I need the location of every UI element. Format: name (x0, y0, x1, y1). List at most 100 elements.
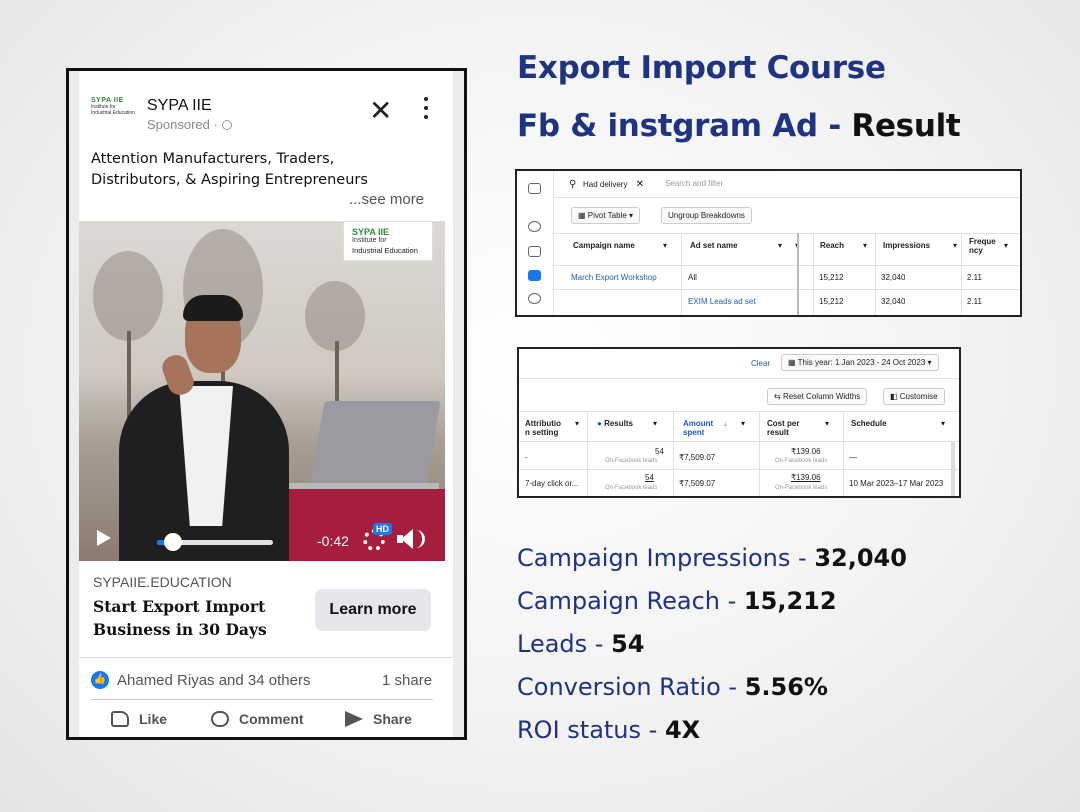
comment-button[interactable]: Comment (211, 711, 304, 727)
col-cost-per-result[interactable]: Cost per result (767, 419, 809, 437)
customise-label: Customise (899, 392, 938, 401)
col-results[interactable]: ● Results (597, 419, 633, 428)
see-more-link[interactable]: ...see more (349, 191, 424, 208)
watermark-line2: Institute for (352, 237, 387, 244)
audience-icon[interactable] (528, 293, 541, 304)
phone-ad-frame: SYPA IIE Institute for Industrial Educat… (66, 68, 467, 740)
video-watermark: SYPA IIE Institute for Industrial Educat… (343, 221, 433, 261)
reactions-count[interactable]: Ahamed Riyas and 34 others (117, 672, 310, 689)
share-label: Share (373, 711, 412, 727)
stat-reach: Campaign Reach - 15,212 (517, 587, 837, 615)
subtitle-result: Result (851, 108, 961, 144)
cost-sub: On-Facebook leads (775, 485, 828, 491)
ungroup-breakdowns-button[interactable]: Ungroup Breakdowns (661, 207, 752, 224)
like-label: Like (139, 711, 168, 727)
volume-icon[interactable] (401, 529, 413, 549)
hd-badge: HD (373, 523, 392, 535)
stat-leads: Leads - 54 (517, 630, 644, 658)
reset-column-widths-button[interactable]: ⇆ Reset Column Widths (767, 388, 868, 405)
date-range-picker[interactable]: ▦ This year: 1 Jan 2023 - 24 Oct 2023 ▾ (781, 354, 939, 371)
ad-domain: SYPAIIE.EDUCATION (93, 574, 232, 590)
amount-cell: ₹7,509.07 (679, 479, 716, 488)
sort-desc-icon[interactable]: ↓ (723, 419, 727, 428)
results-sub: On-Facebook leads (605, 485, 658, 491)
results-cell[interactable]: 54 (645, 473, 654, 482)
pivot-table-button[interactable]: ▦ Pivot Table ▾ (571, 207, 641, 224)
search-input[interactable]: Search and filter (665, 179, 723, 188)
sponsored-text: Sponsored · (147, 117, 218, 132)
facebook-sponsored-post: SYPA IIE Institute for Industrial Educat… (79, 71, 453, 737)
schedule-cell: 10 Mar 2023–17 Mar 2023 (849, 479, 944, 488)
filter-chip[interactable]: Had delivery ✕ (583, 179, 644, 190)
watermark-line3: Industrial Education (352, 246, 418, 255)
page-name[interactable]: SYPA IIE (147, 97, 212, 115)
like-reaction-icon: 👍 (91, 671, 109, 689)
page-subtitle: Fb & instgram Ad - Result (517, 108, 961, 144)
col-campaign-name[interactable]: Campaign name (573, 241, 635, 250)
col-frequency[interactable]: Freque ncy (969, 237, 996, 255)
left-rail (517, 171, 554, 315)
cost-cell[interactable]: ₹139.06 (791, 473, 821, 482)
col-impressions[interactable]: Impressions (883, 241, 930, 250)
adset-link[interactable]: EXIM Leads ad set (688, 297, 756, 306)
schedule-cell: — (849, 453, 857, 462)
stat-conversion-ratio: Conversion Ratio - 5.56% (517, 673, 828, 701)
col-ad-set-name[interactable]: Ad set name (690, 241, 738, 250)
remove-filter-icon[interactable]: ✕ (636, 179, 644, 190)
results-sub: On-Facebook leads (605, 458, 658, 464)
ads-manager-results-panel: Clear ▦ This year: 1 Jan 2023 - 24 Oct 2… (517, 347, 961, 498)
stat-label: ROI status - (517, 716, 665, 744)
close-icon[interactable]: ✕ (369, 97, 392, 125)
pivot-table-label: Pivot Table (587, 211, 627, 220)
shares-count[interactable]: 1 share (382, 672, 432, 689)
emoji-icon[interactable] (528, 221, 541, 232)
stat-value: 15,212 (743, 587, 837, 615)
frequency-cell: 2.11 (967, 273, 982, 282)
play-icon[interactable] (97, 530, 111, 546)
cost-cell: ₹139.06 (791, 447, 821, 456)
like-button[interactable]: Like (111, 711, 167, 727)
clear-filter-link[interactable]: Clear (751, 359, 770, 368)
col-schedule[interactable]: Schedule (851, 419, 887, 428)
stat-value: 54 (611, 630, 645, 658)
globe-icon (221, 120, 232, 130)
page-logo[interactable]: SYPA IIE Institute for Industrial Educat… (91, 97, 135, 121)
amount-cell: ₹7,509.07 (679, 453, 716, 462)
impressions-cell: 32,040 (881, 297, 906, 306)
stat-value: 5.56% (744, 673, 828, 701)
col-attribution-setting[interactable]: Attributio n setting (525, 419, 567, 437)
cost-sub: On-Facebook leads (775, 458, 828, 464)
grid-icon[interactable] (528, 246, 541, 257)
comment-label: Comment (239, 711, 304, 727)
search-icon: ⚲ (569, 179, 577, 190)
share-arrow-icon (345, 711, 363, 727)
adset-cell: All (688, 273, 697, 282)
learn-more-button[interactable]: Learn more (315, 589, 431, 631)
impressions-cell: 32,040 (881, 273, 906, 282)
info-icon: ● (597, 419, 602, 428)
campaigns-icon[interactable] (528, 270, 541, 281)
share-button[interactable]: Share (345, 711, 412, 727)
col-amount-spent[interactable]: Amount spent (683, 419, 717, 437)
attribution-cell: - (525, 453, 528, 462)
stat-label: Campaign Reach - (517, 587, 744, 615)
sponsored-label: Sponsored · (147, 117, 232, 132)
subtitle-prefix: Fb & instgram Ad - (517, 108, 841, 144)
reset-column-widths-label: Reset Column Widths (782, 392, 861, 401)
video-controls: -0:42 HD (79, 515, 445, 561)
video-scrubber-handle[interactable] (164, 533, 183, 551)
comment-icon (211, 711, 229, 727)
reach-cell: 15,212 (819, 273, 844, 282)
campaign-link[interactable]: March Export Workshop (571, 273, 657, 282)
date-range-label: This year: 1 Jan 2023 - 24 Oct 2023 (797, 358, 926, 367)
stat-value: 32,040 (814, 544, 907, 572)
meta-icon[interactable] (528, 183, 541, 194)
stat-roi: ROI status - 4X (517, 716, 700, 744)
ads-manager-reach-panel: ⚲ Had delivery ✕ Search and filter ▦ Piv… (515, 169, 1022, 317)
stat-label: Leads - (517, 630, 612, 658)
customise-button[interactable]: ◧ Customise (883, 388, 945, 405)
more-options-icon[interactable] (423, 97, 429, 124)
ad-video[interactable]: SYPA IIE Institute for Industrial Educat… (79, 221, 445, 561)
col-reach[interactable]: Reach (820, 241, 844, 250)
ad-body-text: Attention Manufacturers, Traders, Distri… (91, 151, 368, 188)
